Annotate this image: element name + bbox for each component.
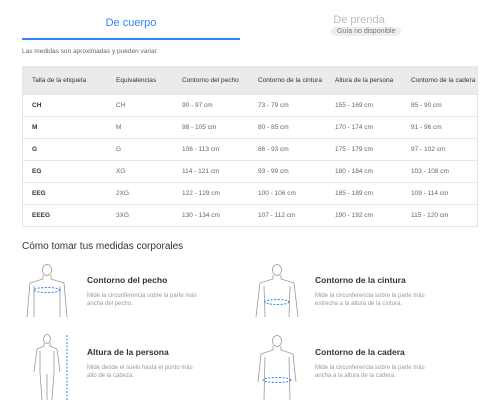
guide-height-title: Altura de la persona xyxy=(87,347,169,357)
cell-size: EG xyxy=(22,160,107,183)
cell-equivalence: G xyxy=(107,138,173,161)
col-header-hip: Contorno de la cadera xyxy=(402,66,478,95)
table-header-row: Talla de la etiqueta Equivalencias Conto… xyxy=(22,66,478,95)
guide-height: Altura de la persona Mide desde el suelo… xyxy=(22,334,252,401)
tab-garment-label: De prenda xyxy=(333,14,385,26)
tab-garment[interactable]: De prenda Guía no disponible xyxy=(248,0,470,38)
cell-height: 180 - 184 cm xyxy=(326,160,402,183)
cell-chest: 114 - 121 cm xyxy=(173,160,249,183)
table-row: EEG 2XG 122 - 129 cm 100 - 106 cm 185 - … xyxy=(22,182,478,205)
cell-equivalence: M xyxy=(107,116,173,139)
chest-measure-icon xyxy=(26,264,68,318)
tab-body[interactable]: De cuerpo xyxy=(22,0,240,40)
col-header-chest: Contorno del pecho xyxy=(173,66,249,95)
col-header-equivalences: Equivalencias xyxy=(107,66,173,95)
table-row: EG XG 114 - 121 cm 93 - 99 cm 180 - 184 … xyxy=(22,160,478,183)
col-header-label-size: Talla de la etiqueta xyxy=(22,66,107,95)
guide-chest: Contorno del pecho Mide la circunferenci… xyxy=(22,262,252,322)
cell-size: CH xyxy=(22,94,107,117)
cell-size: EEEG xyxy=(22,204,107,227)
hip-measure-icon xyxy=(257,335,297,401)
cell-hip: 85 - 90 cm xyxy=(402,94,478,117)
waist-measure-icon xyxy=(255,264,299,318)
size-guide-tabs: De cuerpo De prenda Guía no disponible xyxy=(0,0,500,40)
cell-hip: 115 - 120 cm xyxy=(402,204,478,227)
col-header-height: Altura de la persona xyxy=(326,66,402,95)
cell-chest: 122 - 129 cm xyxy=(173,182,249,205)
guide-hip-desc: Mide la circunferencia sobre la parte má… xyxy=(315,365,425,379)
cell-height: 190 - 192 cm xyxy=(326,204,402,227)
cell-waist: 73 - 79 cm xyxy=(249,94,326,117)
cell-size: M xyxy=(22,116,107,139)
guide-chest-title: Contorno del pecho xyxy=(87,275,168,285)
cell-equivalence: 3XG xyxy=(107,204,173,227)
cell-chest: 90 - 97 cm xyxy=(173,94,249,117)
cell-size: EEG xyxy=(22,182,107,205)
guide-waist-desc: Mide la circunferencia sobre la parte má… xyxy=(315,293,425,307)
guide-waist-title: Contorno de la cintura xyxy=(315,275,406,285)
guide-chest-desc: Mide la circunferencia sobre la parte má… xyxy=(87,293,197,307)
cell-height: 185 - 189 cm xyxy=(326,182,402,205)
cell-waist: 86 - 93 cm xyxy=(249,138,326,161)
table-row: M M 98 - 105 cm 80 - 85 cm 170 - 174 cm … xyxy=(22,116,478,139)
table-row: EEEG 3XG 130 - 134 cm 107 - 112 cm 190 -… xyxy=(22,204,478,227)
cell-waist: 93 - 99 cm xyxy=(249,160,326,183)
cell-waist: 100 - 106 cm xyxy=(249,182,326,205)
disclaimer-note: Las medidas son aproximadas y pueden var… xyxy=(22,48,159,55)
guide-hip: Contorno de la cadera Mide la circunfere… xyxy=(250,334,480,401)
cell-equivalence: CH xyxy=(107,94,173,117)
cell-hip: 97 - 102 cm xyxy=(402,138,478,161)
cell-hip: 109 - 114 cm xyxy=(402,182,478,205)
cell-chest: 98 - 105 cm xyxy=(173,116,249,139)
guide-hip-title: Contorno de la cadera xyxy=(315,347,405,357)
cell-hip: 91 - 96 cm xyxy=(402,116,478,139)
cell-height: 175 - 179 cm xyxy=(326,138,402,161)
cell-waist: 80 - 85 cm xyxy=(249,116,326,139)
cell-height: 170 - 174 cm xyxy=(326,116,402,139)
cell-hip: 103 - 108 cm xyxy=(402,160,478,183)
guide-height-desc: Mide desde el suelo hasta el punto más a… xyxy=(87,365,193,379)
tab-body-label: De cuerpo xyxy=(105,17,157,29)
cell-height: 155 - 169 cm xyxy=(326,94,402,117)
cell-chest: 130 - 134 cm xyxy=(173,204,249,227)
cell-equivalence: XG xyxy=(107,160,173,183)
cell-chest: 106 - 113 cm xyxy=(173,138,249,161)
table-row: CH CH 90 - 97 cm 73 - 79 cm 155 - 169 cm… xyxy=(22,94,478,117)
cell-size: G xyxy=(22,138,107,161)
size-table: Talla de la etiqueta Equivalencias Conto… xyxy=(22,66,478,227)
col-header-waist: Contorno de la cintura xyxy=(249,66,326,95)
how-to-measure-title: Cómo tomar tus medidas corporales xyxy=(22,241,184,252)
unavailable-badge: Guía no disponible xyxy=(331,27,402,36)
height-measure-icon xyxy=(33,334,68,401)
table-row: G G 106 - 113 cm 86 - 93 cm 175 - 179 cm… xyxy=(22,138,478,161)
guide-waist: Contorno de la cintura Mide la circunfer… xyxy=(250,262,480,322)
cell-waist: 107 - 112 cm xyxy=(249,204,326,227)
cell-equivalence: 2XG xyxy=(107,182,173,205)
